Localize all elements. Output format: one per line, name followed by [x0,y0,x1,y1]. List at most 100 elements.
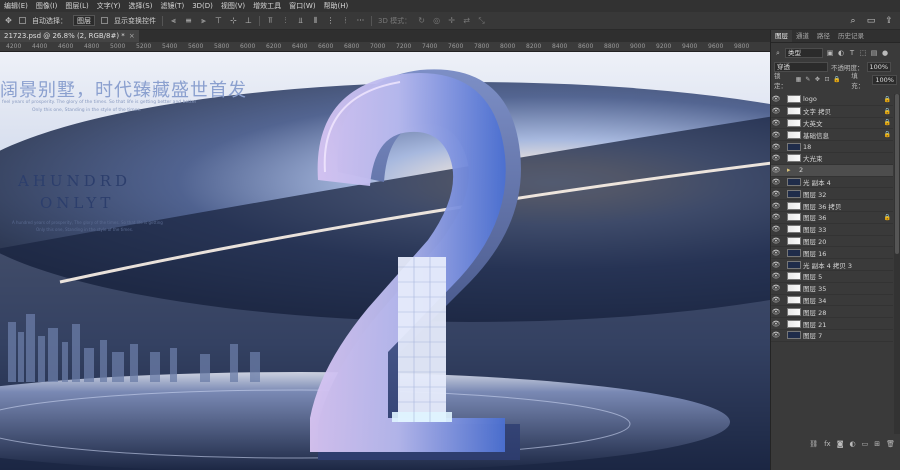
distribute-center-icon[interactable]: ⋮ [326,16,335,25]
menu-item[interactable]: 图像(I) [32,0,62,12]
menu-item[interactable]: 增效工具 [249,0,285,12]
visibility-eye-icon[interactable]: 👁 [771,95,781,103]
lock-all-icon[interactable]: 🔒 [833,76,840,84]
shape-filter-icon[interactable]: ⬚ [859,49,867,57]
layer-row[interactable]: 👁 图层 16 [771,247,893,260]
align-middle-icon[interactable]: ⊹ [229,16,238,25]
menu-item[interactable]: 滤镜(T) [156,0,188,12]
visibility-eye-icon[interactable]: 👁 [771,119,781,127]
panel-tab[interactable]: 通道 [792,30,813,42]
visibility-eye-icon[interactable]: 👁 [771,225,781,233]
menu-item[interactable]: 图层(L) [61,0,92,12]
layer-list-scrollbar[interactable] [894,94,900,434]
move-tool-icon[interactable]: ✥ [4,16,13,25]
3d-pan-icon[interactable]: ✛ [447,16,456,25]
layer-row[interactable]: 👁 大光束 [771,153,893,165]
panel-tab[interactable]: 路径 [813,30,834,42]
layer-row[interactable]: 👁 光 副本 4 [771,177,893,189]
adjustment-layer-icon[interactable]: ◐ [850,440,856,448]
menu-item[interactable]: 文字(Y) [93,0,125,12]
menu-item[interactable]: 3D(D) [188,0,217,12]
menu-item[interactable]: 帮助(H) [320,0,353,12]
distribute-right-icon[interactable]: ⦙ [341,16,350,25]
layer-row[interactable]: 👁 18 [771,141,893,153]
visibility-eye-icon[interactable]: 👁 [771,296,781,304]
panel-tab[interactable]: 历史记录 [834,30,868,42]
more-options-icon[interactable]: ··· [356,16,365,25]
trash-icon[interactable]: 🗑 [886,440,895,448]
link-layers-icon[interactable]: ⛓ [809,440,818,448]
visibility-eye-icon[interactable]: 👁 [771,166,781,174]
menu-item[interactable]: 选择(S) [125,0,157,12]
lock-artboard-icon[interactable]: ⊡ [824,76,831,84]
visibility-eye-icon[interactable]: 👁 [771,320,781,328]
distribute-top-icon[interactable]: ⫪ [266,16,275,25]
lock-position-icon[interactable]: ✥ [814,76,821,84]
3d-roll-icon[interactable]: ◎ [432,16,441,25]
layer-row[interactable]: 👁 图层 7 [771,330,893,342]
visibility-eye-icon[interactable]: 👁 [771,249,781,257]
fill-field[interactable]: 100% [872,74,897,85]
layer-style-icon[interactable]: fx [824,440,831,448]
type-filter-icon[interactable]: T [848,49,856,57]
canvas[interactable]: 阔景别墅，时代臻藏盛世首发 feel years of prosperity. … [0,52,770,470]
layer-filter-dropdown[interactable]: 类型 [785,48,823,58]
visibility-eye-icon[interactable]: 👁 [771,202,781,210]
layer-row[interactable]: 👁 光 副本 4 拷贝 3 [771,259,893,271]
search-icon[interactable]: ⌕ [848,15,858,26]
align-top-icon[interactable]: ⊤ [214,16,223,25]
visibility-eye-icon[interactable]: 👁 [771,272,781,280]
visibility-eye-icon[interactable]: 👁 [771,190,781,198]
layer-row[interactable]: 👁 基础信息 🔒 [771,129,893,142]
adjustment-filter-icon[interactable]: ◐ [837,49,845,57]
distribute-middle-icon[interactable]: ⫶ [281,16,290,25]
menu-item[interactable]: 视图(V) [217,0,249,12]
align-bottom-icon[interactable]: ⊥ [244,16,253,25]
layer-row[interactable]: 👁 图层 33 [771,224,893,236]
lock-transparency-icon[interactable]: ▦ [795,76,802,84]
show-transform-checkbox[interactable] [101,17,108,24]
layer-row[interactable]: 👁 图层 21 [771,318,893,330]
layer-row[interactable]: 👁 ▸ 2 [771,164,893,177]
filter-toggle-icon[interactable]: ● [881,49,889,57]
document-tab[interactable]: 21723.psd @ 26.8% (2, RGB/8#) * × [0,30,139,42]
visibility-eye-icon[interactable]: 👁 [771,331,781,339]
share-icon[interactable]: ⇪ [884,15,894,26]
new-layer-icon[interactable]: ⊞ [874,440,880,448]
visibility-eye-icon[interactable]: 👁 [771,261,781,269]
layer-row[interactable]: 👁 图层 20 [771,236,893,248]
workspace-icon[interactable]: ▭ [866,15,876,26]
visibility-eye-icon[interactable]: 👁 [771,178,781,186]
align-left-icon[interactable]: ⫷ [169,16,178,25]
smart-object-filter-icon[interactable]: ▤ [870,49,878,57]
layer-row[interactable]: 👁 图层 5 [771,271,893,283]
3d-slide-icon[interactable]: ⇄ [462,16,471,25]
close-icon[interactable]: × [129,32,135,40]
layer-row[interactable]: 👁 大英文 🔒 [771,118,893,130]
pixel-filter-icon[interactable]: ▣ [826,49,834,57]
horizontal-ruler[interactable]: 4200 4400 4600 4800 5000 5200 5400 5600 5800 6000… [0,42,770,52]
auto-select-dropdown[interactable]: 图层 [73,15,95,26]
visibility-eye-icon[interactable]: 👁 [771,284,781,292]
menu-item[interactable]: 编辑(E) [0,0,32,12]
layer-row[interactable]: 👁 文字 拷贝 🔒 [771,106,893,118]
panel-tab[interactable]: 图层 [771,30,792,42]
new-group-icon[interactable]: ▭ [862,440,869,448]
layer-row[interactable]: 👁 图层 28 [771,306,893,319]
3d-scale-icon[interactable]: ⤡ [477,16,486,25]
visibility-eye-icon[interactable]: 👁 [771,131,781,139]
visibility-eye-icon[interactable]: 👁 [771,213,781,221]
distribute-bottom-icon[interactable]: ⫫ [296,16,305,25]
layer-row[interactable]: 👁 logo 🔒 [771,94,893,106]
layer-row[interactable]: 👁 图层 32 [771,188,893,201]
layer-row[interactable]: 👁 图层 34 [771,295,893,307]
visibility-eye-icon[interactable]: 👁 [771,237,781,245]
align-center-icon[interactable]: ≡ [184,16,193,25]
layer-row[interactable]: 👁 图层 35 [771,283,893,295]
menu-item[interactable]: 窗口(W) [285,0,319,12]
scrollbar-thumb[interactable] [895,94,899,254]
visibility-eye-icon[interactable]: 👁 [771,107,781,115]
visibility-eye-icon[interactable]: 👁 [771,143,781,151]
visibility-eye-icon[interactable]: 👁 [771,154,781,162]
layer-row[interactable]: 👁 图层 36 拷贝 [771,200,893,212]
